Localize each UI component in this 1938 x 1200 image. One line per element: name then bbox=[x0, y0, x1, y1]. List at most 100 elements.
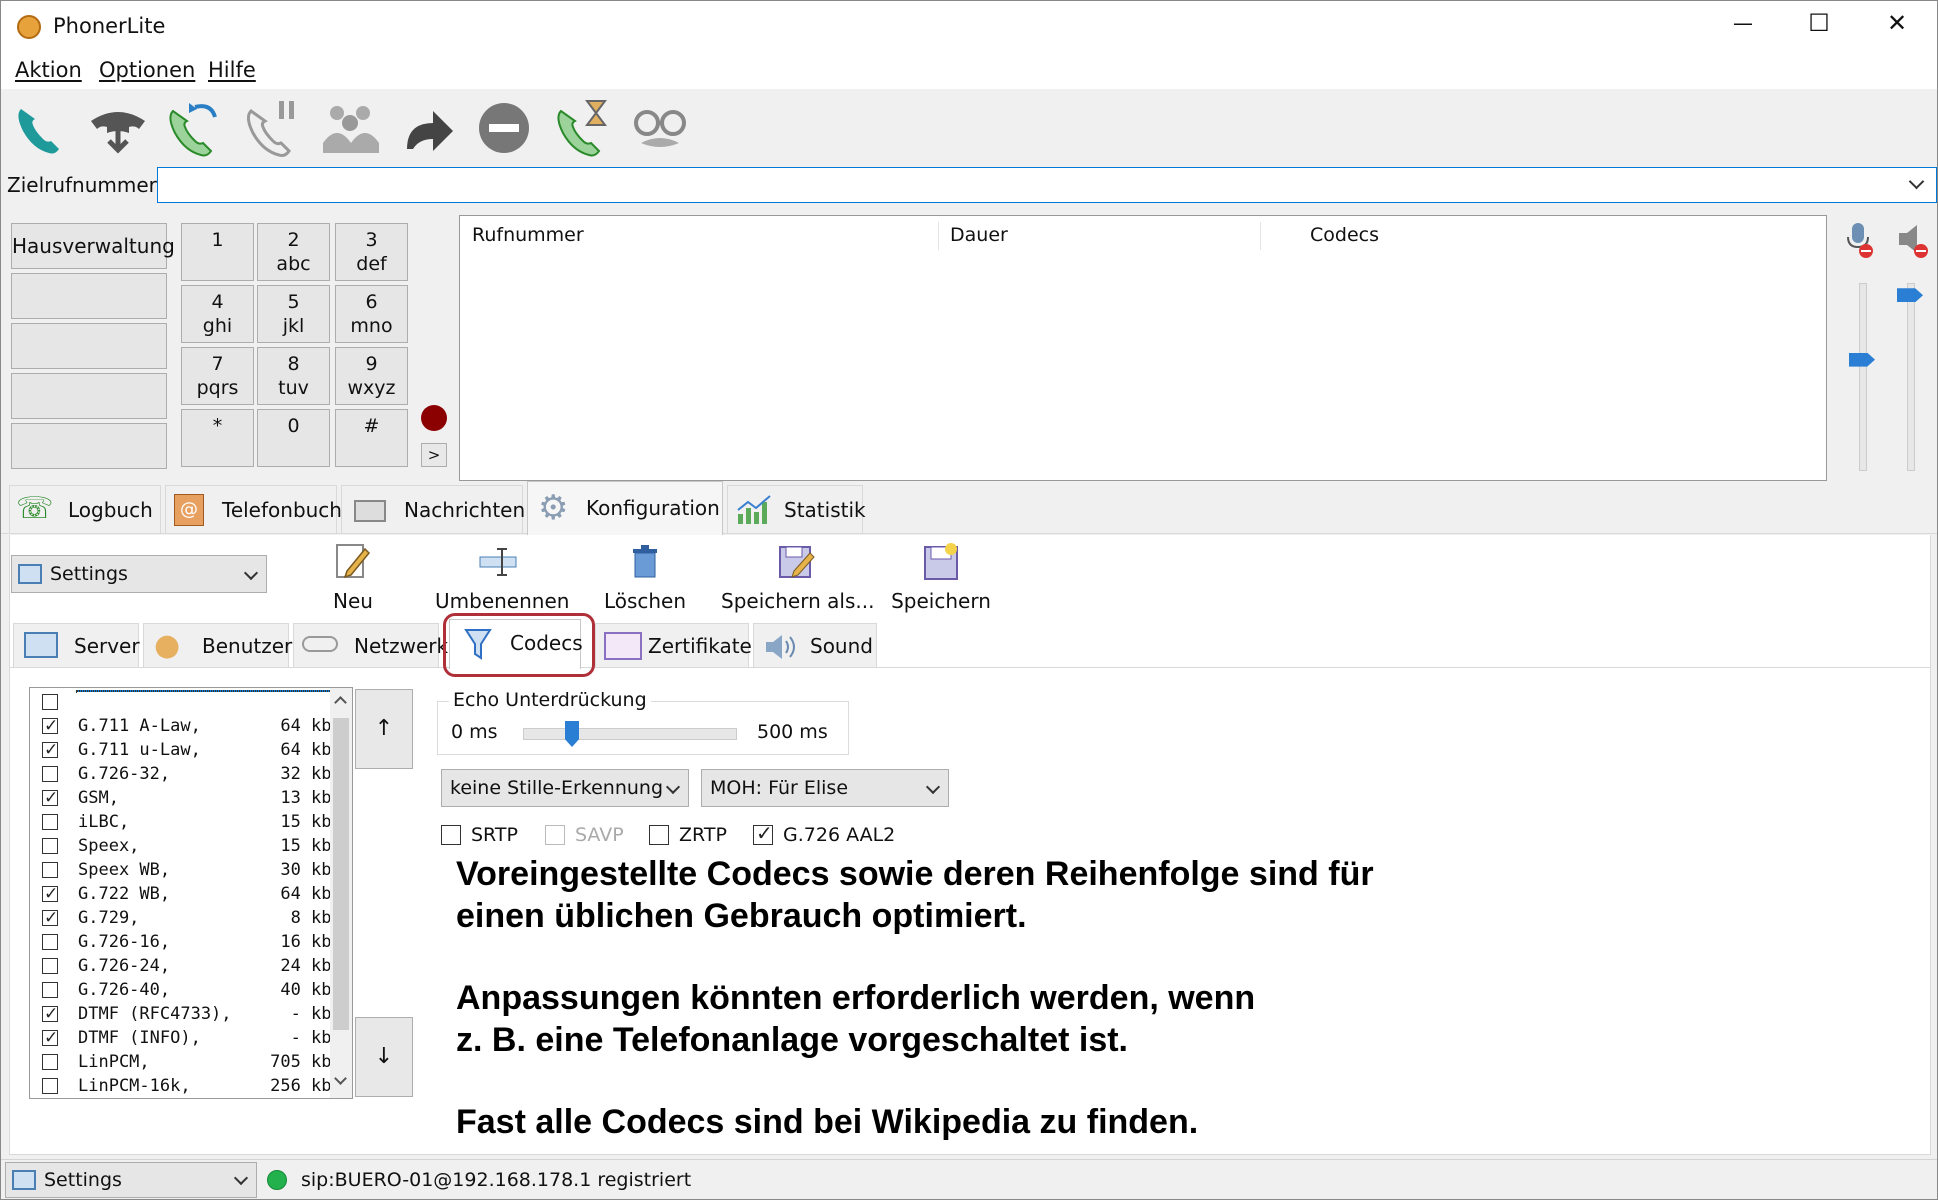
subtab-zertifikate[interactable]: Zertifikate bbox=[595, 623, 752, 667]
echo-slider-thumb[interactable] bbox=[565, 721, 579, 747]
codec-row[interactable]: iLBC, 15 kbps bbox=[36, 810, 352, 834]
keypad-key-7[interactable]: 7 pqrs bbox=[181, 347, 254, 405]
subtab-netzwerk[interactable]: Netzwerk bbox=[293, 623, 448, 667]
speed-dial-2[interactable] bbox=[11, 273, 167, 319]
moh-select[interactable]: MOH: Für Elise bbox=[701, 769, 949, 807]
menu-hilfe[interactable]: Hilfe bbox=[208, 58, 256, 82]
codec-row[interactable]: Speex WB, 30 kbps bbox=[36, 858, 352, 882]
speaker-volume-slider[interactable] bbox=[1897, 283, 1925, 471]
codec-list-scrollbar[interactable] bbox=[330, 688, 352, 1098]
codec-checkbox[interactable] bbox=[42, 882, 58, 906]
codec-row[interactable]: Speex, 15 kbps bbox=[36, 834, 352, 858]
codec-row[interactable]: G.726-32, 32 kbps bbox=[36, 762, 352, 786]
subtab-sound[interactable]: Sound bbox=[753, 623, 877, 667]
callback-icon[interactable] bbox=[161, 95, 227, 161]
mic-volume-slider[interactable] bbox=[1849, 283, 1877, 471]
close-button[interactable]: ✕ bbox=[1883, 9, 1911, 37]
keypad-key-6[interactable]: 6 mno bbox=[335, 285, 408, 343]
tab-konfiguration[interactable]: ⚙ Konfiguration bbox=[527, 481, 723, 535]
silence-detection-select[interactable]: keine Stille-Erkennung bbox=[441, 769, 689, 807]
anonymous-icon[interactable] bbox=[627, 95, 693, 161]
codec-row[interactable]: G.726-16, 16 kbps bbox=[36, 930, 352, 954]
codec-checkbox[interactable] bbox=[42, 1026, 58, 1050]
speaker-mute-icon[interactable] bbox=[1895, 221, 1929, 259]
keypad-key-11[interactable]: 0 bbox=[257, 409, 330, 467]
hold-icon[interactable] bbox=[239, 95, 305, 161]
codec-checkbox[interactable] bbox=[42, 1054, 58, 1070]
tab-statistik[interactable]: Statistik bbox=[727, 485, 866, 533]
codec-checkbox[interactable] bbox=[42, 714, 58, 738]
option-checkbox[interactable] bbox=[441, 825, 461, 845]
move-down-button[interactable]: ↓ bbox=[355, 1017, 413, 1097]
codec-checkbox[interactable] bbox=[42, 958, 58, 974]
scroll-up-icon[interactable] bbox=[334, 696, 347, 709]
codec-row[interactable]: DTMF (RFC4733),- kbps bbox=[36, 1002, 352, 1026]
move-up-button[interactable]: ↑ bbox=[355, 689, 413, 769]
codec-row[interactable]: G.729,8 kbps bbox=[36, 906, 352, 930]
codec-checkbox[interactable] bbox=[42, 982, 58, 998]
minimize-button[interactable]: — bbox=[1729, 11, 1757, 35]
forward-icon[interactable] bbox=[395, 95, 461, 161]
codec-row[interactable]: LinPCM, 705 kbps bbox=[36, 1050, 352, 1074]
delete-profile-button[interactable]: Löschen bbox=[597, 541, 693, 613]
speed-dial-1[interactable]: Hausverwaltung bbox=[11, 223, 175, 269]
save-as-button[interactable]: Speichern als... bbox=[721, 541, 874, 613]
chevron-down-icon[interactable] bbox=[1908, 173, 1925, 190]
codec-checkbox[interactable] bbox=[42, 738, 58, 762]
new-profile-button[interactable]: Neu bbox=[313, 541, 393, 613]
option-g-726-aal2[interactable]: G.726 AAL2 bbox=[753, 822, 923, 848]
codec-checkbox[interactable] bbox=[42, 786, 58, 810]
save-button[interactable]: Speichern bbox=[891, 541, 991, 613]
column-header-rufnummer[interactable]: Rufnummer bbox=[472, 224, 584, 246]
keypad-key-5[interactable]: 5 jkl bbox=[257, 285, 330, 343]
tab-nachrichten[interactable]: Nachrichten bbox=[341, 485, 525, 533]
subtab-benutzer[interactable]: ● Benutzer bbox=[143, 623, 292, 667]
record-indicator[interactable] bbox=[421, 405, 447, 431]
column-header-dauer[interactable]: Dauer bbox=[950, 224, 1008, 246]
codec-row[interactable]: G.722 WB,64 kbps bbox=[36, 882, 352, 906]
keypad-key-4[interactable]: 4 ghi bbox=[181, 285, 254, 343]
keypad-key-3[interactable]: 3 def bbox=[335, 223, 408, 281]
codec-checkbox[interactable] bbox=[42, 694, 58, 710]
codec-checkbox[interactable] bbox=[42, 838, 58, 854]
menu-aktion[interactable]: Aktion bbox=[15, 58, 82, 82]
codec-checkbox[interactable] bbox=[42, 906, 58, 930]
codec-row[interactable]: GSM,13 kbps bbox=[36, 786, 352, 810]
profile-select[interactable]: Settings bbox=[11, 555, 267, 593]
conference-icon[interactable] bbox=[317, 95, 383, 161]
speed-dial-4[interactable] bbox=[11, 373, 167, 419]
codec-checkbox[interactable] bbox=[42, 814, 58, 830]
status-profile-select[interactable]: Settings bbox=[5, 1162, 257, 1198]
keypad-key-8[interactable]: 8 tuv bbox=[257, 347, 330, 405]
echo-slider[interactable] bbox=[523, 719, 737, 749]
speaker-volume-thumb[interactable] bbox=[1897, 288, 1923, 303]
codec-checkbox[interactable] bbox=[42, 934, 58, 950]
tab-telefonbuch[interactable]: @ Telefonbuch bbox=[165, 485, 342, 533]
codec-checkbox[interactable] bbox=[42, 862, 58, 878]
codec-row[interactable]: LinPCM-16k, 256 kbps bbox=[36, 1074, 352, 1098]
scroll-thumb[interactable] bbox=[333, 718, 349, 1030]
speed-dial-5[interactable] bbox=[11, 423, 167, 469]
rename-profile-button[interactable]: Umbenennen bbox=[435, 541, 569, 613]
waiting-icon[interactable] bbox=[549, 95, 615, 161]
call-list[interactable]: Rufnummer Dauer Codecs bbox=[459, 215, 1827, 481]
codec-row[interactable]: G.726-24, 24 kbps bbox=[36, 954, 352, 978]
dnd-icon[interactable] bbox=[471, 95, 537, 161]
menu-optionen[interactable]: Optionen bbox=[99, 58, 195, 82]
tab-logbuch[interactable]: ☏ Logbuch bbox=[9, 485, 161, 533]
keypad-key-2[interactable]: 2 abc bbox=[257, 223, 330, 281]
codec-row[interactable]: G.711 A-Law,64 kbps bbox=[36, 714, 352, 738]
maximize-button[interactable]: ☐ bbox=[1805, 9, 1833, 37]
codec-row[interactable]: Opus, 18 kbps bbox=[36, 690, 352, 714]
speed-dial-3[interactable] bbox=[11, 323, 167, 369]
codec-row[interactable]: G.711 u-Law,64 kbps bbox=[36, 738, 352, 762]
codec-checkbox[interactable] bbox=[42, 766, 58, 782]
keypad-key-1[interactable]: 1 bbox=[181, 223, 254, 281]
option-checkbox[interactable] bbox=[753, 822, 773, 845]
codec-checkbox[interactable] bbox=[42, 1078, 58, 1094]
column-header-codecs[interactable]: Codecs bbox=[1310, 224, 1379, 246]
call-icon[interactable] bbox=[7, 95, 73, 161]
keypad-key-10[interactable]: * bbox=[181, 409, 254, 467]
scroll-down-icon[interactable] bbox=[334, 1072, 347, 1085]
keypad-key-12[interactable]: # bbox=[335, 409, 408, 467]
